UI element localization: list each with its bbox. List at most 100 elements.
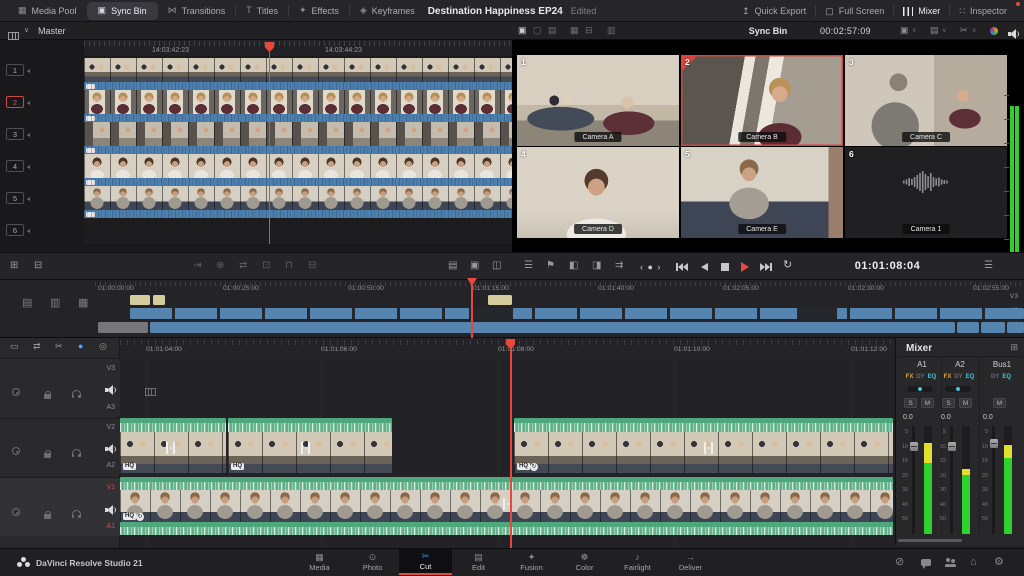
play-reverse-button[interactable] [701, 263, 708, 271]
fader-handle[interactable] [910, 442, 918, 451]
track-view-icon[interactable]: ◎ [99, 342, 107, 351]
solo-button[interactable]: S [942, 398, 955, 408]
detail-zoom-icon[interactable]: ▥ [50, 298, 60, 309]
remote-monitoring-icon[interactable]: ⊘ [895, 557, 904, 568]
timeline-options-menu-icon[interactable]: ☰ [984, 261, 993, 271]
filmstrip-camera-a[interactable] [84, 58, 512, 82]
trim-handle[interactable] [704, 442, 713, 454]
flag-icon[interactable]: ⚑ [546, 261, 555, 271]
sync-overwrite-icon[interactable]: ⊟ [34, 261, 42, 271]
full-screen-button[interactable]: ▢Full Screen [816, 6, 893, 16]
multicam-cell-camera-a[interactable]: 1 Camera A [517, 55, 679, 146]
scissors-icon[interactable]: ✂ [960, 26, 968, 35]
home-icon[interactable]: ⌂ [970, 557, 977, 568]
overview-clip[interactable] [1007, 322, 1024, 333]
track-header-v2a2[interactable]: V2 A2 [0, 418, 120, 474]
snapping-icon[interactable]: ● [78, 342, 83, 351]
mute-button[interactable]: M [959, 398, 972, 408]
stop-button[interactable] [721, 263, 729, 271]
jog-control[interactable]: ‹ ● › [640, 262, 661, 272]
page-color[interactable]: ☸Color [558, 549, 611, 575]
bin-selector[interactable]: Master [38, 26, 66, 36]
camera-track-4[interactable]: 4 [6, 160, 24, 172]
sync-bin-button[interactable]: ▣Sync Bin [88, 2, 157, 20]
auto-select-icon[interactable] [12, 388, 20, 396]
smart-insert-icon[interactable]: ⇥ [193, 261, 201, 271]
pan-control[interactable] [945, 386, 971, 392]
go-to-end-button[interactable] [760, 263, 772, 271]
audio-strip[interactable] [84, 210, 512, 218]
source-overwrite-icon[interactable]: ⊟ [308, 261, 316, 271]
ripple-overwrite-icon[interactable]: ⇄ [239, 261, 247, 271]
play-button[interactable] [741, 262, 749, 272]
camera-track-2[interactable]: 2 [6, 96, 24, 108]
overview-playhead[interactable] [471, 284, 473, 338]
razor-tool-icon[interactable]: ✂ [55, 342, 63, 351]
fader-handle[interactable] [990, 439, 998, 448]
chevron-down-icon[interactable]: ∨ [24, 26, 29, 34]
speaker-icon[interactable] [105, 444, 116, 454]
dy-badge[interactable]: DY [991, 374, 999, 380]
camera-view-icon[interactable]: ▣ [900, 26, 909, 35]
trim-handle[interactable] [166, 442, 175, 454]
dy-badge[interactable]: DY [954, 374, 962, 380]
timeline-options-icon[interactable]: ▭ [10, 342, 19, 351]
close-up-icon[interactable]: ⊡ [262, 261, 270, 271]
track-header-v3a3[interactable]: V3 A3 [0, 358, 120, 416]
page-edit[interactable]: ▤Edit [452, 549, 505, 575]
eq-badge[interactable]: EQ [928, 374, 937, 380]
headphones-icon[interactable] [72, 449, 81, 456]
inspector-button[interactable]: ∷Inspector [950, 6, 1016, 16]
auto-select-icon[interactable] [12, 508, 20, 516]
track-header-v1a1-active[interactable]: V1 A1 [0, 477, 120, 536]
timeline-clip-v1[interactable]: HQ ↻ [120, 477, 893, 535]
overview-clip-title[interactable] [153, 295, 165, 305]
overview-clip-main[interactable] [150, 322, 955, 333]
mute-button[interactable]: M [921, 398, 934, 408]
overview-clip[interactable] [957, 322, 979, 333]
mixer-scrollbar[interactable] [898, 539, 962, 542]
place-on-top-icon[interactable]: ⊓ [285, 261, 293, 271]
page-photo[interactable]: ⊙Photo [346, 549, 399, 575]
quick-export-button[interactable]: ↥Quick Export [733, 6, 815, 16]
audio-strip[interactable] [84, 114, 512, 122]
headphones-icon[interactable] [72, 510, 81, 517]
overview-ruler[interactable]: 01:00:00:00 01:00:25:00 01:00:50:00 01:0… [95, 281, 1024, 293]
filmstrip-camera-b[interactable] [84, 90, 512, 114]
smooth-cut-icon[interactable]: ◨ [592, 261, 601, 271]
multicam-cell-camera-1-audio[interactable]: 6 Camera 1 [845, 147, 1007, 238]
overview-clip-title[interactable] [488, 295, 512, 305]
timeline-playhead[interactable] [510, 347, 512, 548]
solo-button[interactable]: S [904, 398, 917, 408]
timeline-clip-v2[interactable]: HQ [120, 418, 226, 473]
mute-button[interactable]: M [993, 398, 1006, 408]
camera-track-1[interactable]: 1 [6, 64, 24, 76]
fx-badge[interactable]: FX [906, 374, 914, 380]
collaboration-icon[interactable] [945, 558, 957, 567]
media-pool-button[interactable]: ▦Media Pool [8, 2, 87, 20]
speaker-icon[interactable] [105, 385, 116, 395]
append-end-icon[interactable]: ⇉ [615, 261, 623, 271]
source-ruler[interactable]: 14:03:42:23 14:03:44:23 [84, 40, 512, 56]
filmstrip-camera-d[interactable] [84, 154, 512, 178]
speaker-icon[interactable] [1008, 29, 1019, 39]
chat-icon[interactable] [921, 559, 931, 566]
eq-badge[interactable]: EQ [1002, 374, 1011, 380]
overview-track-v2-clips[interactable] [130, 308, 1024, 319]
trim-mode-icon[interactable]: ⇄ [33, 342, 41, 351]
tools-icon[interactable]: ☰ [524, 261, 533, 271]
markers-icon[interactable]: ▤ [448, 261, 457, 271]
overview-clip-gray[interactable] [98, 322, 148, 333]
pan-control[interactable] [907, 386, 933, 392]
sync-insert-icon[interactable]: ⊞ [10, 261, 18, 271]
mixer-button[interactable]: Mixer [894, 6, 949, 16]
page-deliver[interactable]: →Deliver [664, 549, 717, 575]
page-media[interactable]: ▦Media [293, 549, 346, 575]
titles-button[interactable]: TTitles [236, 2, 288, 20]
loop-button[interactable]: ↻ [783, 260, 792, 271]
multicam-cell-camera-c[interactable]: 3 Camera C [845, 55, 1007, 146]
source-playhead[interactable] [269, 50, 271, 244]
fx-badge[interactable]: FX [944, 374, 952, 380]
lock-icon[interactable] [44, 453, 51, 458]
go-to-start-button[interactable] [676, 263, 688, 271]
